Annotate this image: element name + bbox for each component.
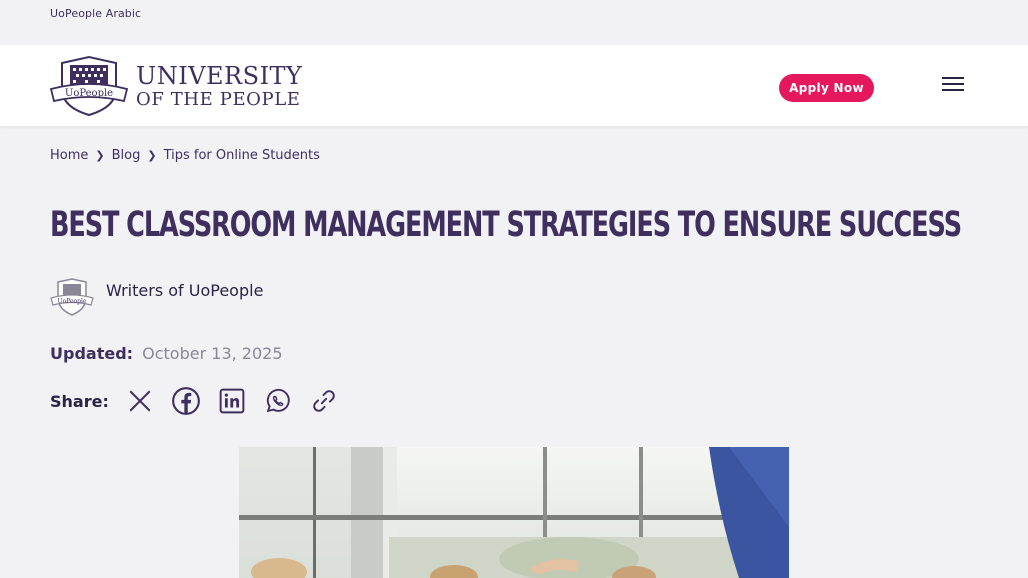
breadcrumb: Home ❯ Blog ❯ Tips for Online Students	[50, 148, 320, 163]
svg-text:UoPeople: UoPeople	[58, 298, 87, 305]
site-logo[interactable]: UoPeople UNIVERSITY OF THE PEOPLE	[50, 55, 310, 117]
logo-wordmark: UNIVERSITY OF THE PEOPLE	[136, 64, 302, 109]
article-title: Best Classroom Management Strategies To …	[50, 205, 962, 245]
site-header: UoPeople UNIVERSITY OF THE PEOPLE Apply …	[0, 45, 1028, 126]
breadcrumb-home[interactable]: Home	[50, 148, 88, 163]
share-label: Share:	[50, 391, 109, 411]
updated-label: Updated:	[50, 344, 134, 363]
shield-logo-icon: UoPeople	[50, 55, 128, 117]
author-name[interactable]: Writers of UoPeople	[106, 281, 263, 300]
logo-line-1: UNIVERSITY	[136, 61, 303, 90]
share-bar: Share:	[50, 386, 339, 416]
facebook-icon[interactable]	[171, 386, 201, 416]
classroom-photo	[239, 447, 789, 578]
breadcrumb-blog[interactable]: Blog	[112, 148, 141, 163]
updated-date: October 13, 2025	[142, 344, 283, 363]
link-icon[interactable]	[309, 386, 339, 416]
updated-info: Updated: October 13, 2025	[50, 344, 283, 363]
language-link[interactable]: UoPeople Arabic	[50, 7, 141, 20]
top-utility-bar: UoPeople Arabic	[0, 0, 1028, 45]
logo-line-2: OF THE PEOPLE	[136, 88, 301, 110]
whatsapp-icon[interactable]	[263, 386, 293, 416]
chevron-right-icon: ❯	[147, 149, 157, 162]
article-hero-image	[239, 447, 789, 578]
author-block: UoPeople Writers of UoPeople	[50, 278, 263, 316]
apply-now-button[interactable]: Apply Now	[779, 74, 874, 102]
svg-text:UoPeople: UoPeople	[65, 88, 113, 99]
chevron-right-icon: ❯	[95, 149, 105, 162]
hamburger-menu-icon[interactable]	[940, 75, 966, 95]
breadcrumb-category[interactable]: Tips for Online Students	[164, 148, 320, 163]
author-avatar[interactable]: UoPeople	[50, 278, 94, 316]
linkedin-icon[interactable]	[217, 386, 247, 416]
x-icon[interactable]	[125, 386, 155, 416]
